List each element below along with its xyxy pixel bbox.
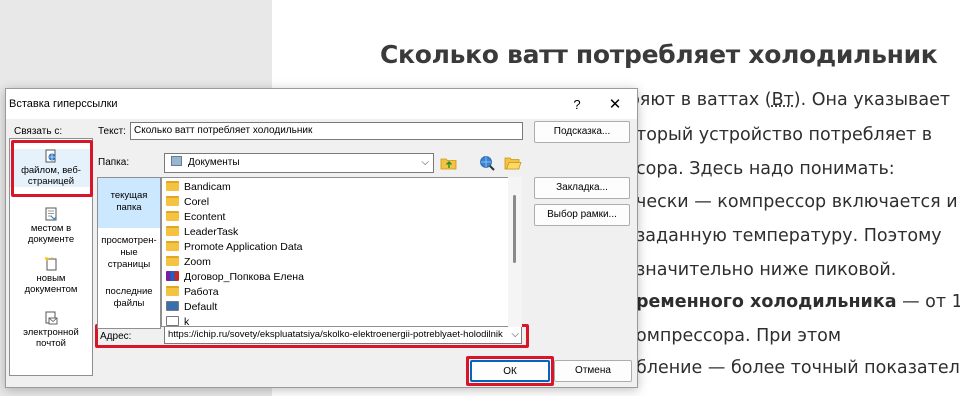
- doc-line-3: сора. Здесь надо понимать:: [636, 159, 895, 179]
- link-to-label: Связать с:: [14, 126, 63, 137]
- file-item[interactable]: Corel: [166, 195, 209, 210]
- folder-dropdown[interactable]: Документы ⌵: [164, 153, 434, 173]
- bookmark-button[interactable]: Закладка...: [534, 177, 630, 199]
- folder-icon: [166, 241, 179, 251]
- folder-icon: [166, 226, 179, 236]
- file-list-scrollbar[interactable]: [508, 177, 522, 327]
- screentip-button[interactable]: Подсказка...: [534, 121, 630, 143]
- display-text-input[interactable]: Сколько ватт потребляет холодильник: [130, 122, 523, 140]
- folder-value: Документы: [188, 157, 240, 168]
- documents-icon: [171, 156, 182, 166]
- close-button[interactable]: ✕: [602, 94, 628, 116]
- folder-icon: [166, 211, 179, 221]
- nav-recent-files[interactable]: последние файлы: [98, 286, 160, 316]
- place-in-document-icon: [45, 207, 57, 221]
- link-new-document[interactable]: новым документом: [10, 257, 92, 295]
- navigation-panel: текущая папка просмотрен-ные страницы по…: [97, 177, 161, 329]
- file-item[interactable]: Работа: [166, 285, 219, 300]
- text-label: Текст:: [98, 126, 126, 137]
- file-item[interactable]: Договор_Попкова Елена: [166, 270, 304, 285]
- file-item[interactable]: k: [166, 315, 189, 326]
- browse-web-icon[interactable]: [478, 155, 496, 171]
- folder-label: Папка:: [98, 157, 130, 168]
- target-frame-button[interactable]: Выбор рамки...: [534, 204, 630, 226]
- highlight-link-file: [11, 140, 93, 197]
- folder-icon: [166, 256, 179, 266]
- link-email[interactable]: электронной почтой: [10, 311, 92, 349]
- archive-icon: [166, 271, 179, 281]
- highlight-ok: [466, 356, 554, 386]
- folder-icon: [166, 196, 179, 206]
- shortcut-icon: [166, 301, 179, 311]
- link-new-document-label: новым документом: [24, 273, 78, 295]
- file-item[interactable]: Default: [166, 300, 217, 315]
- help-button[interactable]: ?: [566, 95, 588, 115]
- up-folder-icon[interactable]: [440, 155, 458, 171]
- file-list: Bandicam Corel Econtent LeaderTask Promo…: [161, 177, 522, 327]
- file-item[interactable]: LeaderTask: [166, 225, 238, 240]
- link-place-in-document-label: местом в документе: [27, 223, 75, 245]
- doc-line-4: чески — компрессор включается и: [636, 192, 958, 212]
- file-item[interactable]: Promote Application Data: [166, 240, 302, 255]
- nav-browsed-pages[interactable]: просмотрен-ные страницы: [98, 235, 160, 277]
- chevron-down-icon: ⌵: [421, 157, 429, 168]
- link-place-in-document[interactable]: местом в документе: [10, 207, 92, 245]
- link-email-label: электронной почтой: [23, 327, 79, 349]
- file-icon: [166, 316, 179, 326]
- doc-line-2: торый устройство потребляет в: [636, 125, 933, 145]
- doc-line-7: ременного холодильника — от 100: [636, 292, 960, 312]
- file-item[interactable]: Econtent: [166, 210, 225, 225]
- browse-file-icon[interactable]: [504, 155, 522, 171]
- doc-line-9: бление — более точный показатель: [636, 358, 960, 378]
- doc-line-6: значительно ниже пиковой.: [636, 260, 897, 280]
- folder-icon: [166, 181, 179, 191]
- file-item[interactable]: Zoom: [166, 255, 211, 270]
- file-item[interactable]: Bandicam: [166, 180, 231, 195]
- email-icon: [45, 311, 58, 325]
- dialog-titlebar: Вставка гиперссылки ? ✕: [6, 89, 637, 119]
- new-document-icon: [44, 257, 57, 271]
- cancel-button[interactable]: Отмена: [554, 360, 632, 382]
- nav-current-folder[interactable]: текущая папка: [98, 178, 160, 228]
- scrollbar-thumb[interactable]: [513, 195, 516, 263]
- dialog-title: Вставка гиперссылки: [9, 98, 118, 110]
- doc-line-5: заданную температуру. Поэтому: [636, 226, 942, 246]
- folder-icon: [166, 286, 179, 296]
- article-heading: Сколько ватт потребляет холодильник: [380, 40, 938, 69]
- doc-line-8: омпрессора. При этом: [636, 326, 842, 346]
